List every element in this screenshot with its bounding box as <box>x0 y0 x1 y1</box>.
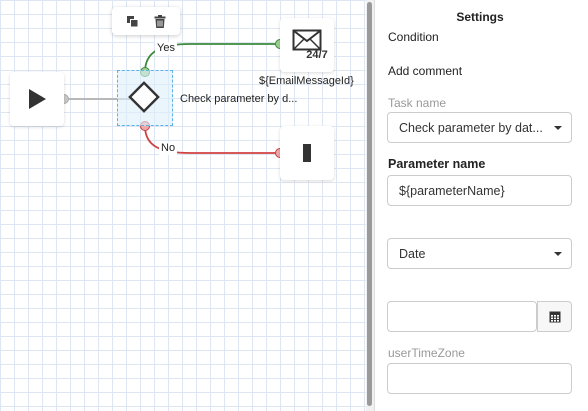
email-badge: 24/7 <box>306 49 328 61</box>
type-select-value: Date <box>399 246 426 261</box>
flow-canvas[interactable]: 24/7 Yes No Check parameter by d... ${Em… <box>0 0 370 411</box>
task-name-label: Task name <box>388 96 447 110</box>
task-name-value: Check parameter by dat... <box>399 120 543 135</box>
yes-branch-label: Yes <box>155 42 177 55</box>
no-branch-label: No <box>159 142 178 155</box>
start-node[interactable] <box>10 72 64 126</box>
parameter-name-input[interactable]: ${parameterName} <box>387 175 572 206</box>
settings-panel: Settings Condition Add comment Task name… <box>374 0 588 411</box>
end-icon <box>303 144 311 162</box>
node-toolbar <box>112 7 180 35</box>
add-comment-link[interactable]: Add comment <box>388 64 462 78</box>
trash-icon[interactable] <box>151 12 169 30</box>
parameter-name-label: Parameter name <box>388 157 486 171</box>
calendar-icon <box>549 311 560 322</box>
condition-node[interactable] <box>117 70 173 126</box>
email-node[interactable]: 24/7 <box>280 18 334 72</box>
user-time-zone-label: userTimeZone <box>388 346 465 360</box>
scrollbar-thumb[interactable] <box>367 2 372 406</box>
copy-icon[interactable] <box>123 12 141 30</box>
play-icon <box>29 89 46 109</box>
chevron-down-icon <box>554 252 562 256</box>
panel-title: Settings <box>456 10 504 24</box>
condition-caption: Check parameter by d... <box>180 93 298 105</box>
email-caption: ${EmailMessageId} <box>259 75 354 87</box>
chevron-down-icon <box>554 126 562 130</box>
type-select[interactable]: Date <box>387 238 572 269</box>
date-input[interactable] <box>387 301 537 332</box>
calendar-button[interactable] <box>537 301 572 332</box>
diamond-icon <box>128 81 160 113</box>
node-type-label: Condition <box>388 30 439 44</box>
user-time-zone-input[interactable] <box>387 363 572 394</box>
parameter-name-value: ${parameterName} <box>399 183 505 198</box>
end-node[interactable] <box>280 126 334 180</box>
envelope-icon <box>292 29 322 51</box>
canvas-scrollbar[interactable] <box>366 0 374 411</box>
task-name-select[interactable]: Check parameter by dat... <box>387 112 572 143</box>
